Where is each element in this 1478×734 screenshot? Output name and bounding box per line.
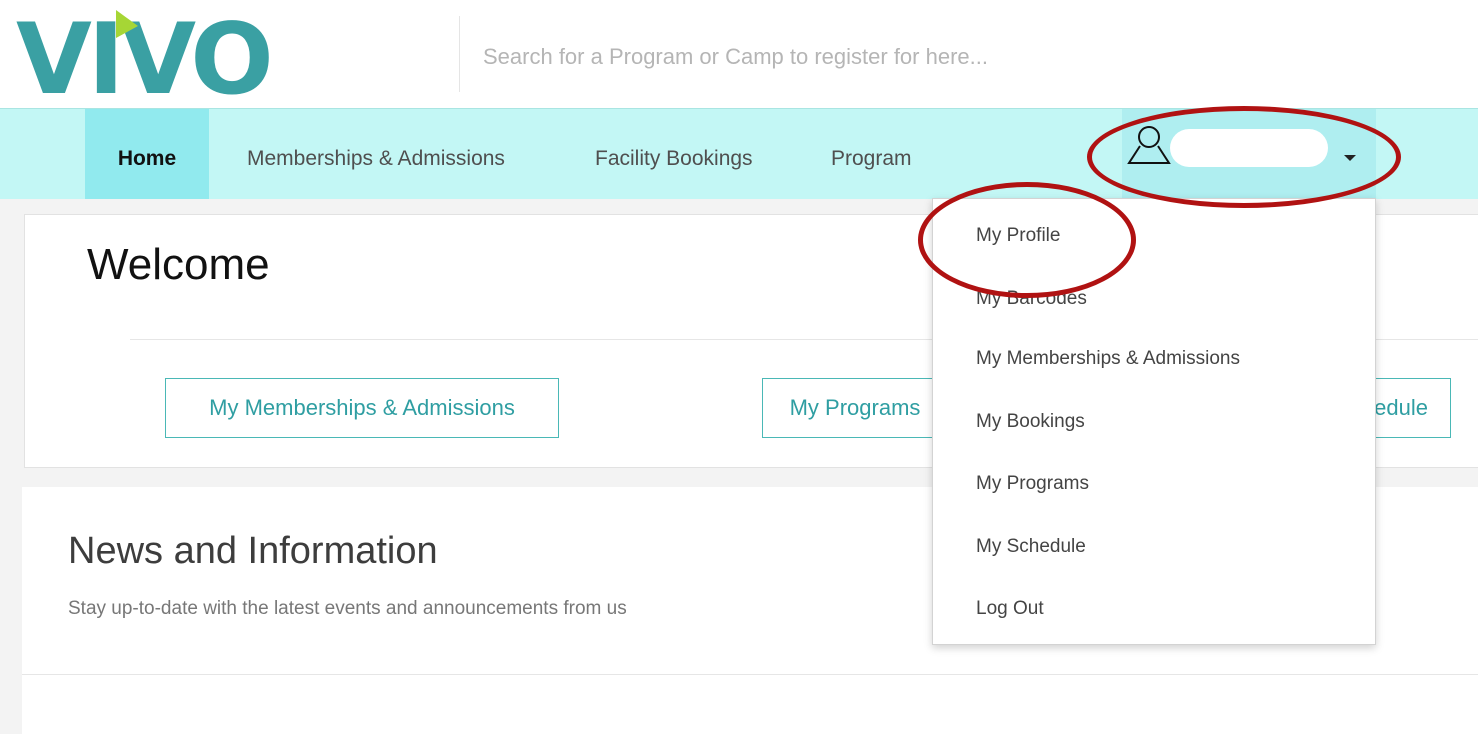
header-divider — [459, 16, 460, 92]
dropdown-item-my-memberships[interactable]: My Memberships & Admissions — [976, 348, 1240, 370]
dropdown-item-my-bookings[interactable]: My Bookings — [976, 411, 1085, 433]
user-outline-icon — [1127, 126, 1171, 164]
news-subtitle: Stay up-to-date with the latest events a… — [68, 598, 627, 619]
news-title: News and Information — [68, 530, 438, 572]
welcome-title: Welcome — [87, 240, 270, 289]
dropdown-item-log-out[interactable]: Log Out — [976, 598, 1044, 620]
nav-item-home[interactable]: Home — [85, 109, 209, 199]
my-programs-button[interactable]: My Programs — [762, 378, 948, 438]
vivo-logo[interactable]: VIVO — [10, 6, 310, 110]
user-dropdown-menu: My Profile My Barcodes My Memberships & … — [932, 198, 1376, 645]
my-memberships-button[interactable]: My Memberships & Admissions — [165, 378, 559, 438]
dropdown-item-my-programs[interactable]: My Programs — [976, 473, 1089, 495]
header: VIVO — [0, 0, 1478, 110]
news-divider — [22, 674, 1478, 675]
main-nav: Home Memberships & Admissions Facility B… — [0, 108, 1478, 199]
logo-accent-triangle-icon — [116, 10, 138, 38]
user-menu-toggle[interactable] — [1122, 109, 1376, 199]
dropdown-item-my-barcodes[interactable]: My Barcodes — [976, 288, 1087, 310]
nav-item-program[interactable]: Program — [831, 109, 912, 199]
nav-item-facility-bookings[interactable]: Facility Bookings — [595, 109, 753, 199]
caret-down-icon — [1344, 155, 1356, 161]
dropdown-item-my-profile[interactable]: My Profile — [976, 225, 1060, 247]
nav-item-memberships[interactable]: Memberships & Admissions — [247, 109, 505, 199]
search-input[interactable] — [483, 38, 1383, 76]
user-name-redacted — [1170, 129, 1328, 167]
dropdown-item-my-schedule[interactable]: My Schedule — [976, 536, 1086, 558]
